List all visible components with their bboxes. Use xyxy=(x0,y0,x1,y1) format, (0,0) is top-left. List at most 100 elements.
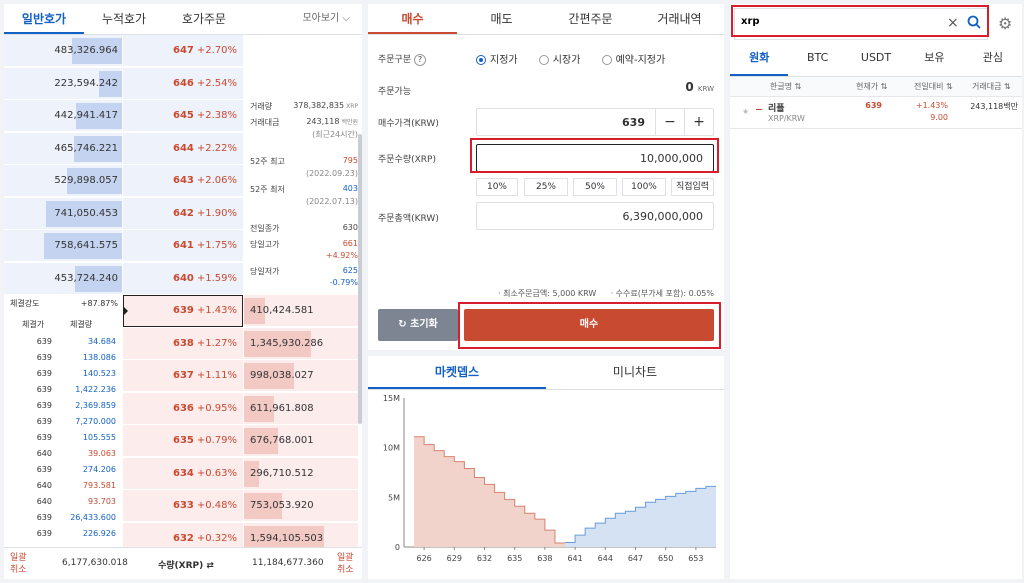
ask-price-cell[interactable]: 647 +2.70% xyxy=(123,35,243,67)
radio-market-label: 시장가 xyxy=(552,55,581,66)
trade-row: 639 7,270.000 xyxy=(4,414,122,430)
group-view-select[interactable]: 모아보기 ⌵ xyxy=(244,4,362,34)
ask-price-cell[interactable]: 642 +1.90% xyxy=(123,197,243,230)
coin-name: 리플 xyxy=(768,104,785,114)
info-value: 625 xyxy=(343,266,358,275)
ask-price-cell[interactable]: 645 +2.38% xyxy=(123,100,243,132)
current-price-cell[interactable]: 639 +1.43% xyxy=(123,295,243,327)
ask-volume-cell[interactable]: 741,050.453 xyxy=(4,197,122,230)
ask-price-cell[interactable]: 644 +2.22% xyxy=(123,132,243,165)
bid-price-cell[interactable]: 637 +1.11% xyxy=(123,360,243,392)
tab-trade-history[interactable]: 거래내역 xyxy=(635,4,724,34)
gear-icon[interactable]: ⚙ xyxy=(998,14,1012,33)
trade-price: 639 xyxy=(36,433,52,442)
bid-price-cell[interactable]: 636 +0.95% xyxy=(123,392,243,425)
trade-price: 639 xyxy=(36,513,52,522)
tab-mini-chart[interactable]: 미니차트 xyxy=(546,356,724,389)
ask-change: +2.54% xyxy=(196,77,237,89)
ask-change: +2.22% xyxy=(196,142,237,154)
volume-unit-toggle[interactable]: 수량(XRP) ⇄ xyxy=(158,558,214,571)
bid-volume-cell[interactable]: 998,038.027 xyxy=(244,360,331,392)
header-change[interactable]: 전일대비 ⇅ xyxy=(914,77,953,97)
tab-quick-order[interactable]: 간편주문 xyxy=(546,4,635,34)
ask-volume-cell[interactable]: 465,746.221 xyxy=(4,132,122,165)
radio-limit[interactable]: 지정가 xyxy=(476,55,518,66)
tab-cumulative-quote[interactable]: 누적호가 xyxy=(84,4,164,34)
ask-volume-cell[interactable]: 453,724.240 xyxy=(4,262,122,295)
tab-market-depth[interactable]: 마켓뎁스 xyxy=(368,356,546,389)
tab-quote-order[interactable]: 호가주문 xyxy=(164,4,244,34)
price-increase-button[interactable]: + xyxy=(684,109,713,135)
ask-price-cell[interactable]: 641 +1.75% xyxy=(123,230,243,262)
bid-price-cell[interactable]: 633 +0.48% xyxy=(123,490,243,522)
market-tabs: 원화 BTC USDT 보유 관심 xyxy=(730,40,1022,77)
coin-symbol: XRP/KRW xyxy=(768,114,805,123)
tab-holdings[interactable]: 보유 xyxy=(905,40,963,76)
bid-change: +1.27% xyxy=(196,337,237,349)
ask-volume: 529,898.057 xyxy=(54,175,118,186)
ask-volume-cell[interactable]: 483,326.964 xyxy=(4,35,122,67)
trade-price: 640 xyxy=(36,497,52,506)
tab-buy[interactable]: 매수 xyxy=(368,4,457,34)
bid-volume-cell[interactable]: 410,424.581 xyxy=(244,295,331,327)
ask-volume-cell[interactable]: 223,594.242 xyxy=(4,67,122,100)
ask-volume-cell[interactable]: 442,941.417 xyxy=(4,100,122,132)
trade-volume: 274.206 xyxy=(82,465,116,474)
info-value-text: 661 xyxy=(342,239,358,248)
header-price[interactable]: 현재가 ⇅ xyxy=(856,77,887,97)
info-value: 403 xyxy=(343,184,358,193)
ask-price-cell[interactable]: 646 +2.54% xyxy=(123,67,243,100)
orderbook-scrollbar[interactable] xyxy=(358,134,362,424)
pct-25-button[interactable]: 25% xyxy=(524,178,568,196)
bid-price-cell[interactable]: 635 +0.79% xyxy=(123,425,243,457)
total-input[interactable]: 6,390,000,000 xyxy=(476,202,714,230)
pct-50-button[interactable]: 50% xyxy=(573,178,617,196)
bid-volume-cell[interactable]: 753,053.920 xyxy=(244,490,331,522)
tab-usdt[interactable]: USDT xyxy=(847,40,905,76)
header-volume[interactable]: 거래대금 ⇅ xyxy=(972,77,1011,97)
ask-volume-cell[interactable]: 529,898.057 xyxy=(4,165,122,197)
ask-price-cell[interactable]: 640 +1.59% xyxy=(123,262,243,295)
cancel-all-bids-button[interactable]: 일괄 취소 xyxy=(337,552,354,576)
favorite-star-icon[interactable]: ★ xyxy=(742,107,749,116)
radio-reserved-limit[interactable]: 예약-지정가 xyxy=(601,55,665,66)
custom-input-button[interactable]: 직접입력 xyxy=(671,178,714,196)
bid-extra-cell xyxy=(331,425,358,457)
tab-btc[interactable]: BTC xyxy=(788,40,846,76)
reset-button[interactable]: ↻ 초기화 xyxy=(378,309,458,341)
header-name[interactable]: 한글명 ⇅ xyxy=(770,77,801,97)
price-decrease-button[interactable]: − xyxy=(655,109,684,135)
bid-price-cell[interactable]: 638 +1.27% xyxy=(123,327,243,360)
pct-10-button[interactable]: 10% xyxy=(476,178,518,196)
total-label: 주문총액(KRW) xyxy=(378,214,439,224)
highlight-search xyxy=(731,5,989,37)
cancel-all-asks-button[interactable]: 일괄 취소 xyxy=(10,552,27,576)
info-value: 661 xyxy=(343,239,358,248)
info-label: 전일종가 xyxy=(250,224,280,233)
market-info-row: 52주 최저 403 xyxy=(250,184,358,195)
tab-favorites[interactable]: 관심 xyxy=(964,40,1022,76)
bid-volume-cell[interactable]: 296,710.512 xyxy=(244,457,331,490)
trade-price: 639 xyxy=(36,529,52,538)
radio-market[interactable]: 시장가 xyxy=(538,55,581,66)
bid-volume: 1,345,930.286 xyxy=(250,337,324,349)
bid-price-cell[interactable]: 634 +0.63% xyxy=(123,457,243,490)
tab-sell[interactable]: 매도 xyxy=(457,4,546,34)
ask-volume: 453,724.240 xyxy=(54,272,118,284)
market-info-row: 52주 최고 795 xyxy=(250,156,358,167)
info-value-text: (최근24시간) xyxy=(312,130,358,139)
pct-100-button[interactable]: 100% xyxy=(622,178,666,196)
price-input[interactable]: 639 − + xyxy=(476,108,714,136)
info-value: 243,118 백만원 xyxy=(306,117,358,126)
order-tabs: 매수 매도 간편주문 거래내역 xyxy=(368,4,724,35)
bid-volume-cell[interactable]: 1,345,930.286 xyxy=(244,327,331,360)
strength-value: +87.87% xyxy=(80,299,118,308)
help-icon[interactable]: ? xyxy=(414,54,426,66)
bid-volume-cell[interactable]: 676,768.001 xyxy=(244,425,331,457)
bid-volume-cell[interactable]: 611,961.808 xyxy=(244,392,331,425)
ask-price-cell[interactable]: 643 +2.06% xyxy=(123,165,243,197)
tab-general-quote[interactable]: 일반호가 xyxy=(4,4,84,34)
ask-volume-cell[interactable]: 758,641.575 xyxy=(4,230,122,262)
coin-row[interactable]: ★ 리플 XRP/KRW 639 +1.43% 9.00 243,118백만 xyxy=(730,97,1022,129)
tab-krw[interactable]: 원화 xyxy=(730,40,789,76)
